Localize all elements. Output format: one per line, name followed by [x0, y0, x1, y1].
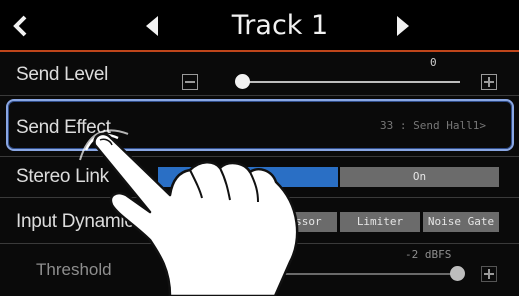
stereo-link-row: Stereo Link Off On — [0, 156, 519, 198]
input-dynamics-row: Input Dynamics Compressor Limiter Noise … — [0, 198, 519, 244]
triangle-right-icon — [397, 16, 409, 36]
input-dynamics-label: Input Dynamics — [16, 211, 143, 232]
threshold-increase-button[interactable] — [481, 266, 497, 282]
noise-gate-button[interactable]: Noise Gate — [423, 212, 499, 232]
chevron-left-icon — [13, 15, 27, 37]
triangle-left-icon — [146, 16, 158, 36]
send-effect-value: 33 : Send Hall1> — [380, 119, 486, 132]
limiter-button[interactable]: Limiter — [340, 212, 420, 232]
threshold-value: -2 dBFS — [405, 248, 452, 261]
page-title: Track 1 — [231, 10, 329, 41]
send-level-slider-track[interactable] — [240, 81, 460, 83]
track-settings-screen: Track 1 Send Level 0 Send Effect 33 : Se… — [0, 0, 519, 296]
threshold-row: Threshold -2 dBFS — [0, 244, 519, 296]
threshold-decrease-button[interactable] — [182, 266, 198, 282]
previous-track-button[interactable] — [132, 8, 172, 44]
send-effect-label: Send Effect — [16, 117, 111, 138]
send-level-increase-button[interactable] — [481, 74, 497, 90]
send-effect-row[interactable]: Send Effect 33 : Send Hall1> — [0, 96, 519, 156]
send-level-label: Send Level — [16, 64, 109, 85]
compressor-button[interactable]: Compressor — [240, 212, 337, 232]
stereo-link-off-button[interactable]: Off — [158, 167, 338, 187]
threshold-slider-knob[interactable] — [450, 266, 465, 281]
next-track-button[interactable] — [383, 8, 423, 44]
back-button[interactable] — [0, 8, 40, 44]
send-level-decrease-button[interactable] — [182, 74, 198, 90]
stereo-link-on-button[interactable]: On — [340, 167, 499, 187]
threshold-label: Threshold — [36, 260, 112, 279]
send-level-value: 0 — [430, 56, 437, 69]
threshold-slider-track[interactable] — [240, 273, 460, 275]
stereo-link-label: Stereo Link — [16, 166, 109, 187]
send-level-slider-knob[interactable] — [235, 74, 250, 89]
header-bar: Track 1 — [0, 0, 519, 52]
send-level-row: Send Level 0 — [0, 52, 519, 96]
